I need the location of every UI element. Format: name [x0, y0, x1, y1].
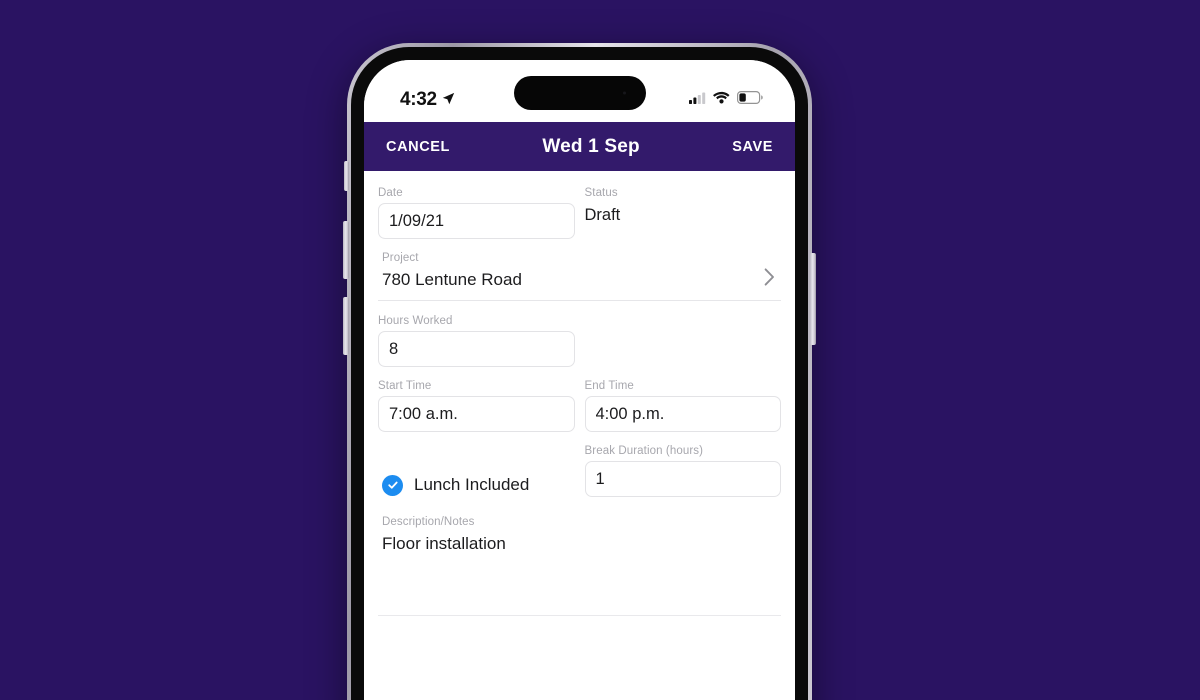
- lunch-included-checkbox[interactable]: [382, 474, 403, 496]
- lunch-break-row: Lunch Included Break Duration (hours): [378, 445, 781, 516]
- date-status-row: Date Status Draft: [378, 187, 781, 252]
- status-bar-left: 4:32: [400, 89, 455, 111]
- project-value: 780 Lentune Road: [382, 269, 522, 289]
- end-time-field-group: End Time: [584, 380, 781, 432]
- project-field-group[interactable]: Project 780 Lentune Road: [378, 252, 781, 301]
- project-label: Project: [382, 252, 419, 264]
- dynamic-island: [513, 76, 646, 110]
- end-time-input[interactable]: [584, 396, 781, 432]
- status-bar-time: 4:32: [400, 89, 437, 110]
- hours-worked-spacer: [585, 315, 782, 367]
- checkmark-icon: [387, 481, 398, 489]
- hours-worked-row: Hours Worked: [378, 315, 781, 380]
- cellular-signal-icon: [689, 91, 706, 109]
- status-bar-right: [689, 91, 763, 109]
- hours-worked-label: Hours Worked: [378, 315, 453, 327]
- lunch-included-group: Lunch Included: [378, 445, 575, 503]
- description-field-group: Description/Notes Floor installation: [378, 516, 781, 602]
- start-time-input[interactable]: [378, 396, 575, 432]
- save-button[interactable]: SAVE: [732, 139, 773, 155]
- phone-screen: 4:32 CANCEL Wed 1 Sep SAVE Date 1/09/21 …: [364, 60, 795, 700]
- phone-bezel: 4:32 CANCEL Wed 1 Sep SAVE Date 1/09/21 …: [351, 47, 808, 700]
- project-divider: [378, 300, 781, 301]
- lunch-included-toggle[interactable]: Lunch Included: [378, 467, 575, 503]
- project-select-row[interactable]: 780 Lentune Road: [378, 268, 781, 300]
- battery-icon: [737, 91, 763, 109]
- wifi-icon: [713, 91, 730, 109]
- break-duration-input[interactable]: [584, 461, 781, 497]
- time-range-row: Start Time End Time: [378, 380, 781, 445]
- start-time-field-group: Start Time: [378, 380, 575, 432]
- end-time-label: End Time: [584, 380, 634, 392]
- timesheet-form: Date Status Draft Project 780 Lentune Ro…: [364, 171, 795, 700]
- hours-worked-input[interactable]: [378, 331, 575, 367]
- lunch-included-label: Lunch Included: [414, 475, 530, 494]
- start-time-label: Start Time: [378, 380, 432, 392]
- hours-worked-field-group: Hours Worked: [378, 315, 575, 367]
- status-field-group: Status Draft: [585, 187, 782, 239]
- volume-down-button[interactable]: [343, 297, 349, 355]
- location-arrow-icon: [442, 89, 455, 111]
- break-duration-field-group: Break Duration (hours): [584, 445, 781, 503]
- date-label: Date: [378, 187, 403, 199]
- cancel-button[interactable]: CANCEL: [386, 139, 450, 155]
- power-button[interactable]: [810, 253, 816, 345]
- navigation-bar: CANCEL Wed 1 Sep SAVE: [364, 122, 795, 171]
- date-field-group: Date: [378, 187, 575, 239]
- next-section-stub: [378, 616, 781, 623]
- page-title: Wed 1 Sep: [542, 135, 640, 157]
- break-duration-label: Break Duration (hours): [584, 445, 704, 457]
- status-value: Draft: [584, 206, 621, 224]
- status-bar: 4:32: [364, 60, 795, 122]
- date-input[interactable]: [378, 203, 575, 239]
- front-camera-dot: [622, 91, 626, 95]
- status-label: Status: [584, 187, 618, 199]
- description-label: Description/Notes: [382, 516, 475, 528]
- silence-switch[interactable]: [344, 161, 349, 191]
- phone-device-frame: 4:32 CANCEL Wed 1 Sep SAVE Date 1/09/21 …: [343, 43, 816, 700]
- description-value[interactable]: Floor installation: [378, 532, 781, 554]
- volume-up-button[interactable]: [343, 221, 349, 279]
- chevron-right-icon[interactable]: [764, 268, 775, 291]
